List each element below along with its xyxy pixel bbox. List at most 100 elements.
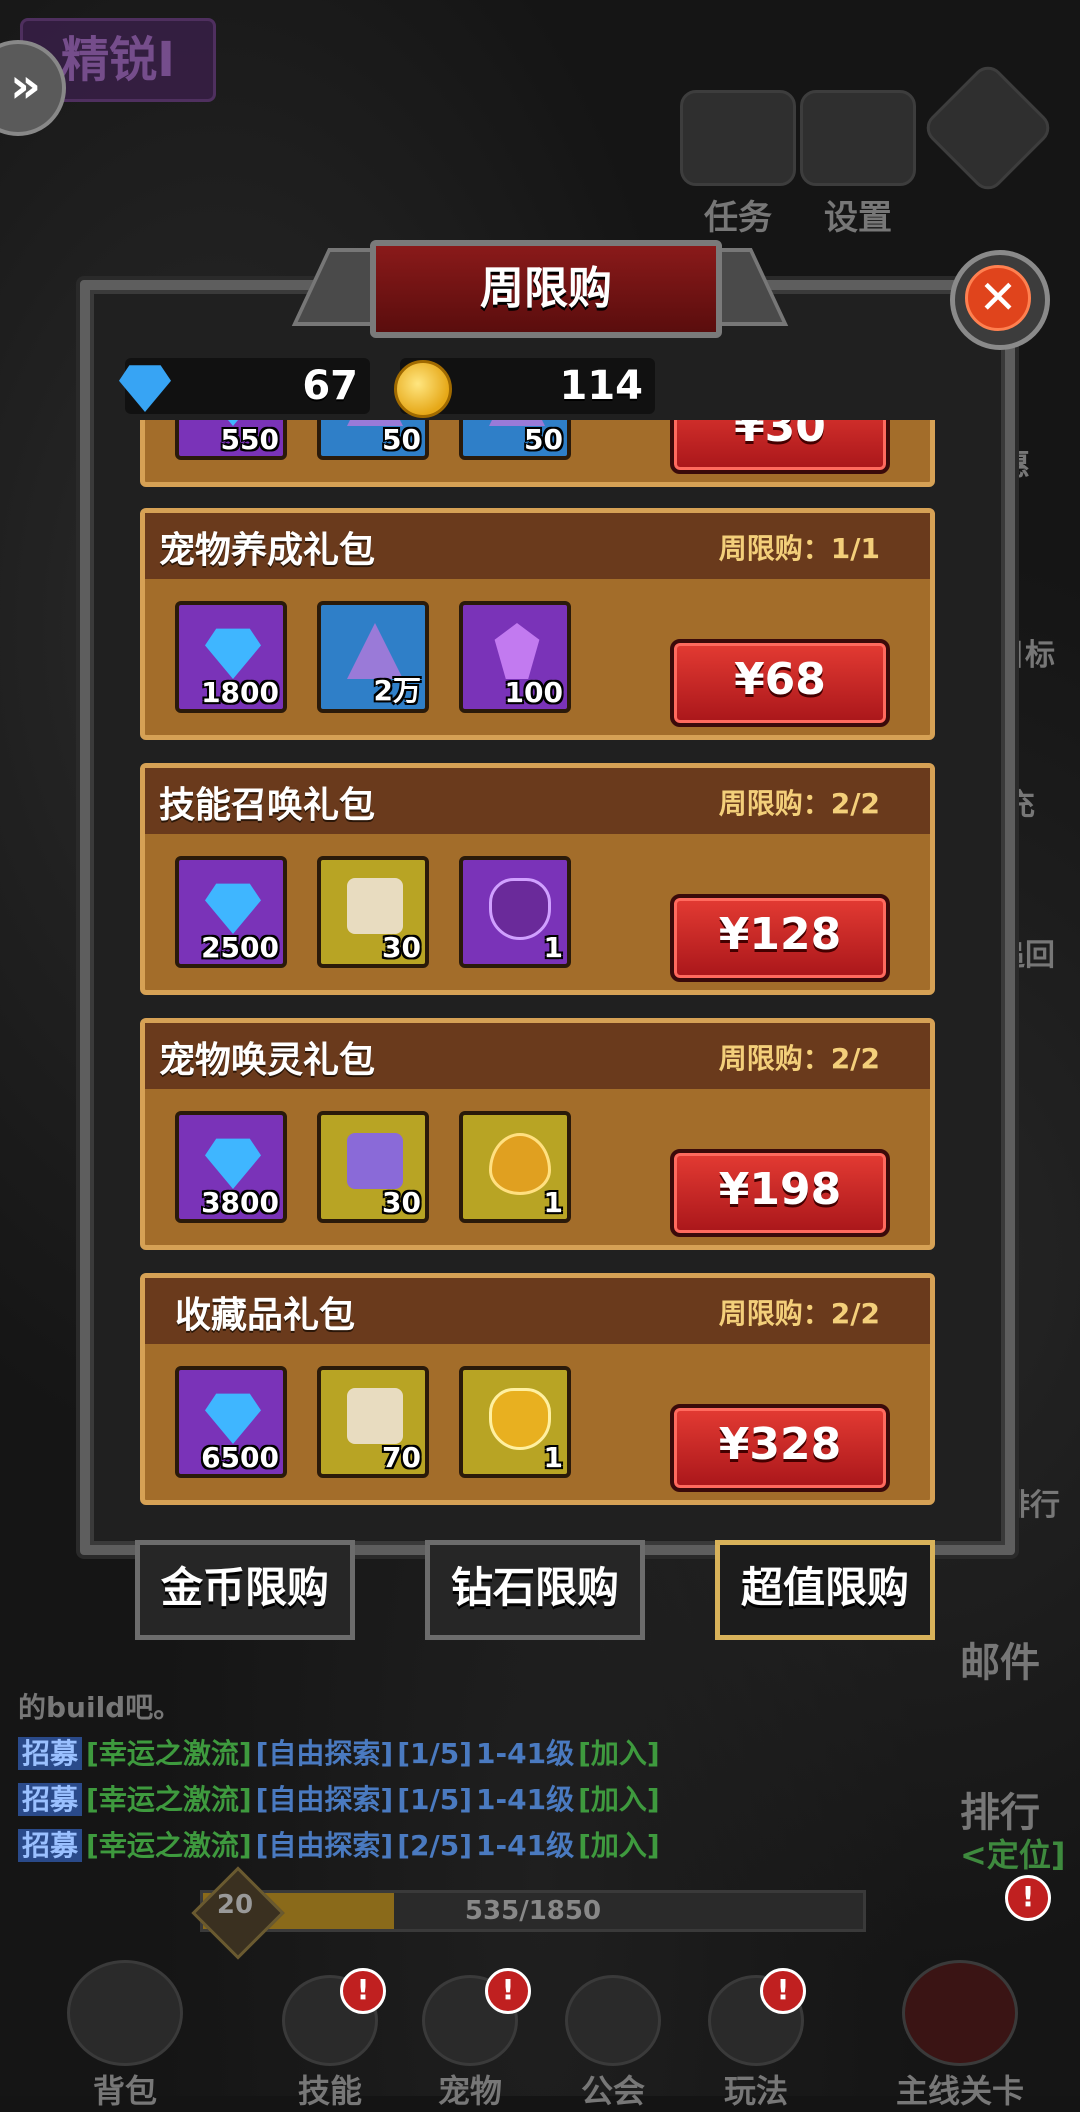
pack-item[interactable]: 100 [459, 601, 571, 713]
modal-title: 周限购 [370, 240, 722, 338]
modal-title-plate: 周限购 [291, 228, 789, 358]
pack-item[interactable]: 550 [175, 420, 287, 460]
chat-line: 的build吧。 [18, 1691, 182, 1724]
pack-card: 宠物唤灵礼包 周限购：2/2 3800 30 1 ¥198 [140, 1018, 935, 1250]
chat-row[interactable]: 招募 [幸运之激流] [自由探索] [1/5] 1-41级 [加入] [18, 1731, 664, 1777]
tab-gold-limit[interactable]: 金币限购 [135, 1540, 355, 1640]
item-qty: 1800 [201, 676, 279, 709]
pack-item[interactable]: 70 [317, 1366, 429, 1478]
pack-name: 宠物唤灵礼包 [159, 1040, 376, 1081]
demon-portal-icon [902, 1960, 1018, 2066]
diamond-menu-icon [920, 60, 1056, 196]
pack-item[interactable]: 6500 [175, 1366, 287, 1478]
buy-price-button[interactable]: ¥30 [670, 420, 890, 474]
diamond-amount: 67 [302, 363, 358, 409]
pack-item[interactable]: 2500 [175, 856, 287, 968]
buy-price-button[interactable]: ¥68 [670, 639, 890, 727]
join-link[interactable]: [加入] [578, 1829, 660, 1862]
pack-limit: 周限购：2/2 [718, 1042, 880, 1075]
mail-label[interactable]: 邮件 [960, 1630, 1080, 1688]
pack-limit: 周限购：2/2 [718, 787, 880, 820]
pack-item[interactable]: 1 [459, 1111, 571, 1223]
close-x-icon: ✕ [965, 265, 1031, 331]
diamond-icon [205, 628, 261, 679]
buy-price-button[interactable]: ¥198 [670, 1149, 890, 1237]
join-link[interactable]: [加入] [578, 1783, 660, 1816]
close-button[interactable]: ✕ [950, 250, 1050, 350]
pack-card: 收藏品礼包 周限购：2/2 6500 70 1 ¥328 [140, 1273, 935, 1505]
gold-balance: 114 [394, 358, 655, 418]
golden-egg-icon [489, 1133, 551, 1195]
diamond-icon [205, 883, 261, 934]
diamond-icon [205, 1393, 261, 1444]
settings-label: 设置 [824, 198, 892, 238]
item-qty: 30 [382, 1186, 421, 1219]
locate-label[interactable]: <定位] [960, 1830, 1080, 1876]
item-qty: 1 [543, 1441, 563, 1474]
pack-card: 技能召唤礼包 周限购：2/2 2500 30 1 ¥128 [140, 763, 935, 995]
gold-bag-icon [489, 1388, 551, 1450]
nav-guild[interactable]: 公会 [553, 1975, 673, 2112]
pack-item[interactable]: 1 [459, 856, 571, 968]
nav-main-stage[interactable]: 主线关卡 [860, 1960, 1060, 2112]
map-scroll-icon [347, 1388, 403, 1444]
pack-item[interactable]: 3800 [175, 1111, 287, 1223]
pack-limit: 周限购：2/2 [718, 1297, 880, 1330]
tab-diamond-limit[interactable]: 钻石限购 [425, 1540, 645, 1640]
menu-diamond-button[interactable] [920, 60, 1056, 196]
settings-button[interactable]: 设置 [800, 90, 916, 239]
join-link[interactable]: [加入] [578, 1737, 660, 1770]
item-qty: 50 [382, 423, 421, 456]
chat-row[interactable]: 招募 [幸运之激流] [自由探索] [1/5] 1-41级 [加入] [18, 1777, 664, 1823]
purple-crystal-icon [494, 623, 540, 679]
item-qty: 70 [382, 1441, 421, 1474]
item-qty: 2万 [373, 674, 421, 707]
item-qty: 30 [382, 931, 421, 964]
pack-item[interactable]: 2万 [317, 601, 429, 713]
purple-scroll-icon [347, 1133, 403, 1189]
pack-list[interactable]: 550 50 50 ¥30 宠物养成礼包 周限购：1/1 1800 2万 100… [140, 420, 935, 1505]
pack-name: 技能召唤礼包 [159, 785, 376, 826]
pack-item[interactable]: 50 [317, 420, 429, 460]
gear-icon [800, 90, 916, 186]
notification-badge: ! [1005, 1875, 1051, 1921]
notification-badge: ! [340, 1968, 386, 2014]
pack-item[interactable]: 30 [317, 1111, 429, 1223]
diamond-balance: 67 [119, 358, 370, 414]
chat-panel[interactable]: 的build吧。 招募 [幸运之激流] [自由探索] [1/5] 1-41级 [加入] 招… [18, 1685, 664, 1869]
guild-shield-icon [565, 1975, 661, 2066]
side-label-charge: 充 [1005, 788, 1035, 823]
gold-amount: 114 [559, 363, 644, 409]
item-qty: 1 [543, 1186, 563, 1219]
skill-scroll-icon [347, 878, 403, 934]
buy-price-button[interactable]: ¥328 [670, 1404, 890, 1492]
item-qty: 550 [220, 423, 279, 456]
item-qty: 50 [524, 423, 563, 456]
xp-bar: 535/1850 [200, 1890, 866, 1932]
item-qty: 2500 [201, 931, 279, 964]
level-text: 20 [216, 1890, 254, 1920]
item-qty: 100 [504, 676, 563, 709]
quest-scroll-icon [680, 90, 796, 186]
pack-name: 宠物养成礼包 [159, 530, 376, 571]
nav-bag[interactable]: 背包 [40, 1960, 210, 2112]
item-qty: 6500 [201, 1441, 279, 1474]
purple-bag-icon [489, 878, 551, 940]
pack-item[interactable]: 30 [317, 856, 429, 968]
pack-item[interactable]: 1 [459, 1366, 571, 1478]
pack-item[interactable]: 50 [459, 420, 571, 460]
chat-row[interactable]: 招募 [幸运之激流] [自由探索] [2/5] 1-41级 [加入] [18, 1823, 664, 1869]
pack-limit: 周限购：1/1 [718, 532, 880, 565]
item-qty: 1 [543, 931, 563, 964]
pack-item[interactable]: 1800 [175, 601, 287, 713]
tab-value-limit[interactable]: 超值限购 [715, 1540, 935, 1640]
buy-price-button[interactable]: ¥128 [670, 894, 890, 982]
pack-card: 宠物养成礼包 周限购：1/1 1800 2万 100 ¥68 [140, 508, 935, 740]
notification-badge: ! [485, 1968, 531, 2014]
gold-coin-icon [394, 360, 452, 418]
notification-badge: ! [760, 1968, 806, 2014]
quest-button[interactable]: 任务 [680, 90, 796, 239]
item-qty: 3800 [201, 1186, 279, 1219]
xp-text: 535/1850 [464, 1896, 602, 1926]
pack-card-partial: 550 50 50 ¥30 [140, 420, 935, 487]
